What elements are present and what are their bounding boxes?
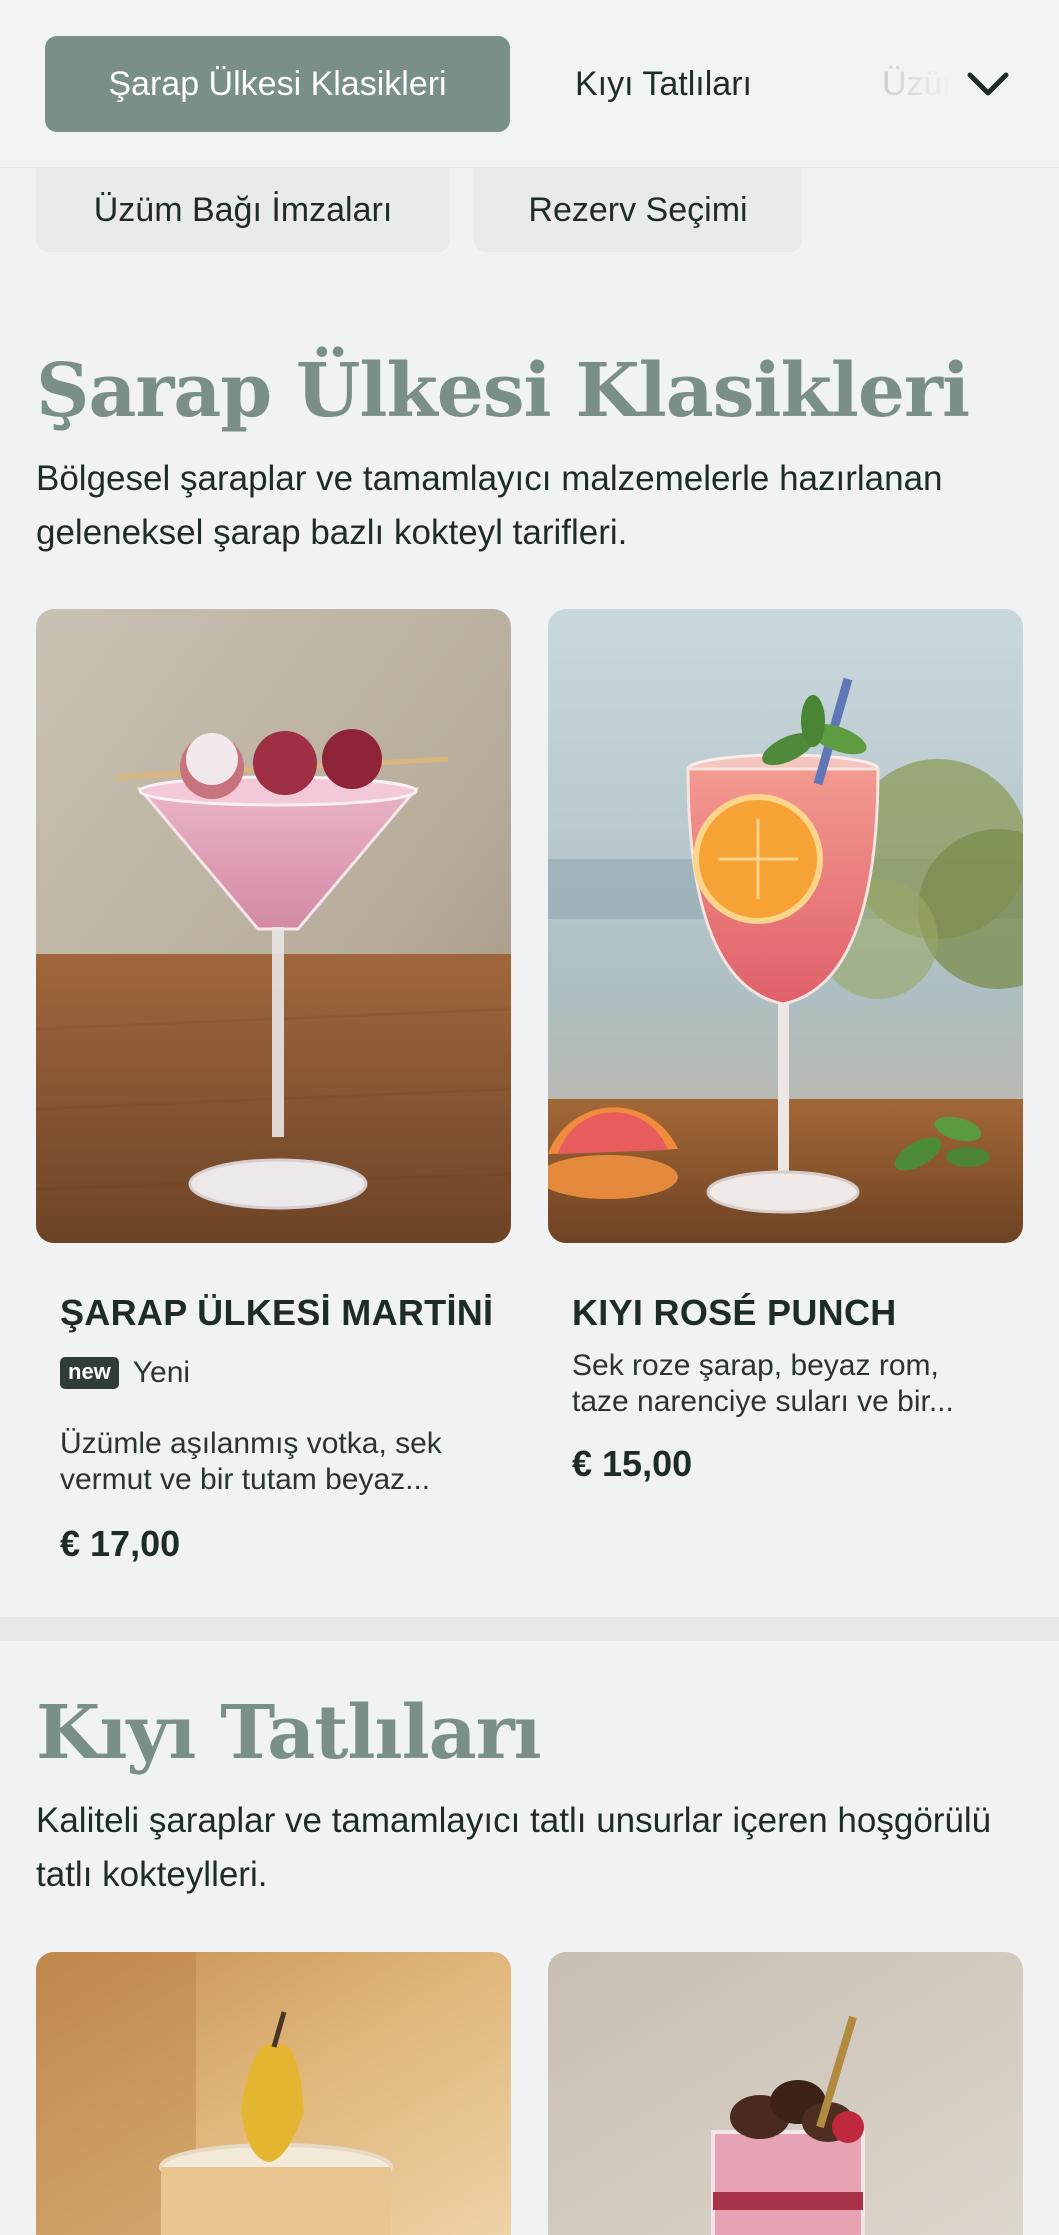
item-name[interactable]: KIYI ROSÉ PUNCH [572, 1292, 897, 1334]
martini-image[interactable] [36, 609, 511, 1243]
section-title: Şarap Ülkesi Klasikleri [36, 348, 970, 434]
pill-rezerv-secimi[interactable]: Rezerv Seçimi [474, 168, 802, 252]
tab-kiyi-tatlilari[interactable]: Kıyı Tatlıları [575, 36, 752, 132]
item-description: Üzümle aşılanmış votka, sek vermut ve bi… [60, 1427, 442, 1496]
new-badge: new [60, 1357, 119, 1389]
berry-dessert-image[interactable] [548, 1952, 1023, 2235]
item-price: € 15,00 [572, 1443, 693, 1484]
category-nav: Şarap Ülkesi Klasikleri Kıyı Tatlıları Ü… [0, 0, 1059, 168]
tab-sarap-ulkesi-klasikleri[interactable]: Şarap Ülkesi Klasikleri [45, 36, 510, 132]
item-name[interactable]: ŞARAP ÜLKESİ MARTİNİ [60, 1292, 493, 1334]
chevron-down-icon[interactable] [962, 58, 1014, 110]
pear-dessert-image[interactable] [36, 1952, 511, 2235]
section-divider [0, 1617, 1059, 1641]
tab-uzum-bagi-imzalari[interactable]: Üzüm Bağı İmzaları [882, 36, 952, 132]
badge-label: Yeni [132, 1356, 191, 1389]
item-description: Sek roze şarap, beyaz rom, taze narenciy… [572, 1349, 954, 1418]
pill-uzum-bagi-imzalari[interactable]: Üzüm Bağı İmzaları [36, 168, 450, 252]
section-title: Kıyı Tatlıları [36, 1690, 542, 1776]
rose-punch-image[interactable] [548, 609, 1023, 1243]
new-badge-row: new Yeni [60, 1356, 190, 1390]
section-description: Bölgesel şaraplar ve tamamlayıcı malzeme… [36, 459, 943, 552]
item-price: € 17,00 [60, 1523, 181, 1564]
section-description: Kaliteli şaraplar ve tamamlayıcı tatlı u… [36, 1801, 992, 1894]
